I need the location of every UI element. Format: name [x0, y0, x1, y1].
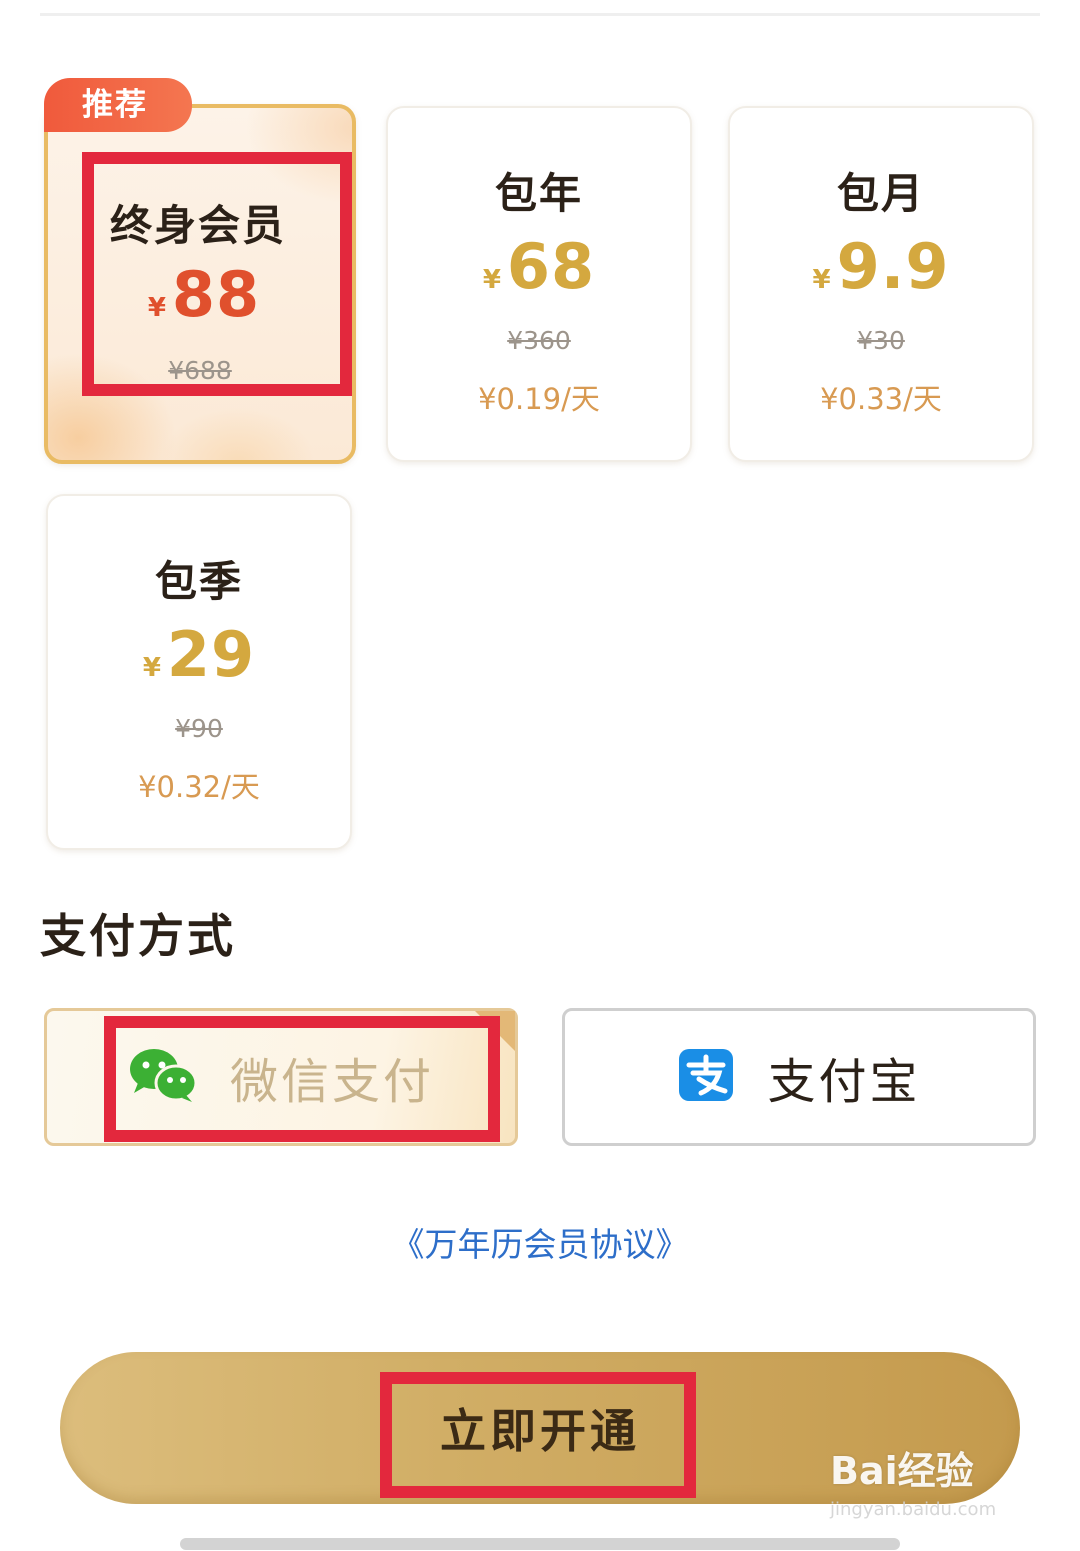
- plan-per-day-price: ¥0.33/天: [820, 382, 942, 416]
- plan-price: 88: [171, 258, 261, 331]
- plan-card-quarterly[interactable]: 包季 ¥ 29 ¥90 ¥0.32/天: [46, 494, 352, 850]
- watermark-main: Bai经验: [830, 1449, 974, 1493]
- currency-symbol: ¥: [147, 293, 166, 323]
- wechat-icon: [128, 1047, 198, 1107]
- currency-symbol: ¥: [142, 653, 161, 683]
- plan-price: 68: [506, 230, 596, 303]
- selected-corner-tag: [475, 1011, 515, 1051]
- plan-card-yearly[interactable]: 包年 ¥ 68 ¥360 ¥0.19/天: [386, 106, 692, 462]
- currency-symbol: ¥: [812, 265, 831, 295]
- plan-name: 包月: [836, 169, 925, 218]
- payment-section-title: 支付方式: [40, 909, 236, 963]
- plan-name: 包年: [494, 169, 583, 218]
- plan-name: 终身会员: [110, 201, 287, 250]
- baidu-watermark: Bai经验 jingyan.baidu.com: [830, 1440, 996, 1520]
- plan-name: 包季: [154, 557, 243, 606]
- payment-label: 微信支付: [229, 1054, 434, 1110]
- plan-price-row: ¥ 88: [48, 258, 352, 331]
- plan-original-price: ¥360: [507, 326, 571, 355]
- recommend-badge: 推荐: [44, 78, 192, 132]
- plan-original-price: ¥90: [175, 714, 223, 743]
- payment-option-alipay[interactable]: 支付宝: [562, 1008, 1036, 1146]
- plan-original-price: ¥30: [857, 326, 905, 355]
- plan-price: 9.9: [836, 230, 950, 303]
- top-divider: [40, 13, 1040, 16]
- plan-price-row: ¥ 9.9: [730, 230, 1032, 303]
- activate-button-label: 立即开通: [440, 1404, 640, 1458]
- plan-per-day-price: ¥0.32/天: [138, 770, 260, 804]
- watermark-sub: jingyan.baidu.com: [830, 1499, 997, 1520]
- payment-label: 支付宝: [767, 1054, 921, 1110]
- plan-original-price: ¥688: [168, 356, 232, 385]
- plan-price-row: ¥ 29: [48, 618, 350, 691]
- plan-card-monthly[interactable]: 包月 ¥ 9.9 ¥30 ¥0.33/天: [728, 106, 1034, 462]
- plan-price-row: ¥ 68: [388, 230, 690, 303]
- alipay-icon: [677, 1047, 735, 1107]
- payment-option-wechat[interactable]: 微信支付: [44, 1008, 518, 1146]
- currency-symbol: ¥: [482, 265, 501, 295]
- member-agreement-link[interactable]: 《万年历会员协议》: [0, 1218, 1080, 1266]
- plan-price: 29: [166, 618, 256, 691]
- plan-per-day-price: ¥0.19/天: [478, 382, 600, 416]
- home-indicator: [180, 1538, 900, 1550]
- plan-card-lifetime[interactable]: 终身会员 ¥ 88 ¥688: [44, 104, 356, 464]
